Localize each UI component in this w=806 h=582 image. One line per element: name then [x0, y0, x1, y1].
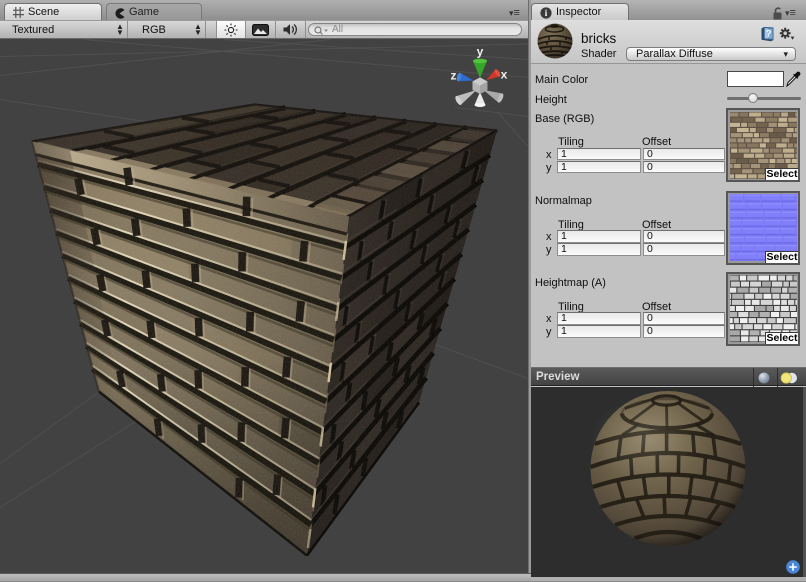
- svg-text:z: z: [451, 69, 457, 83]
- svg-text:x: x: [501, 68, 508, 82]
- svg-text:y: y: [477, 45, 484, 59]
- svg-text:?: ?: [766, 28, 772, 38]
